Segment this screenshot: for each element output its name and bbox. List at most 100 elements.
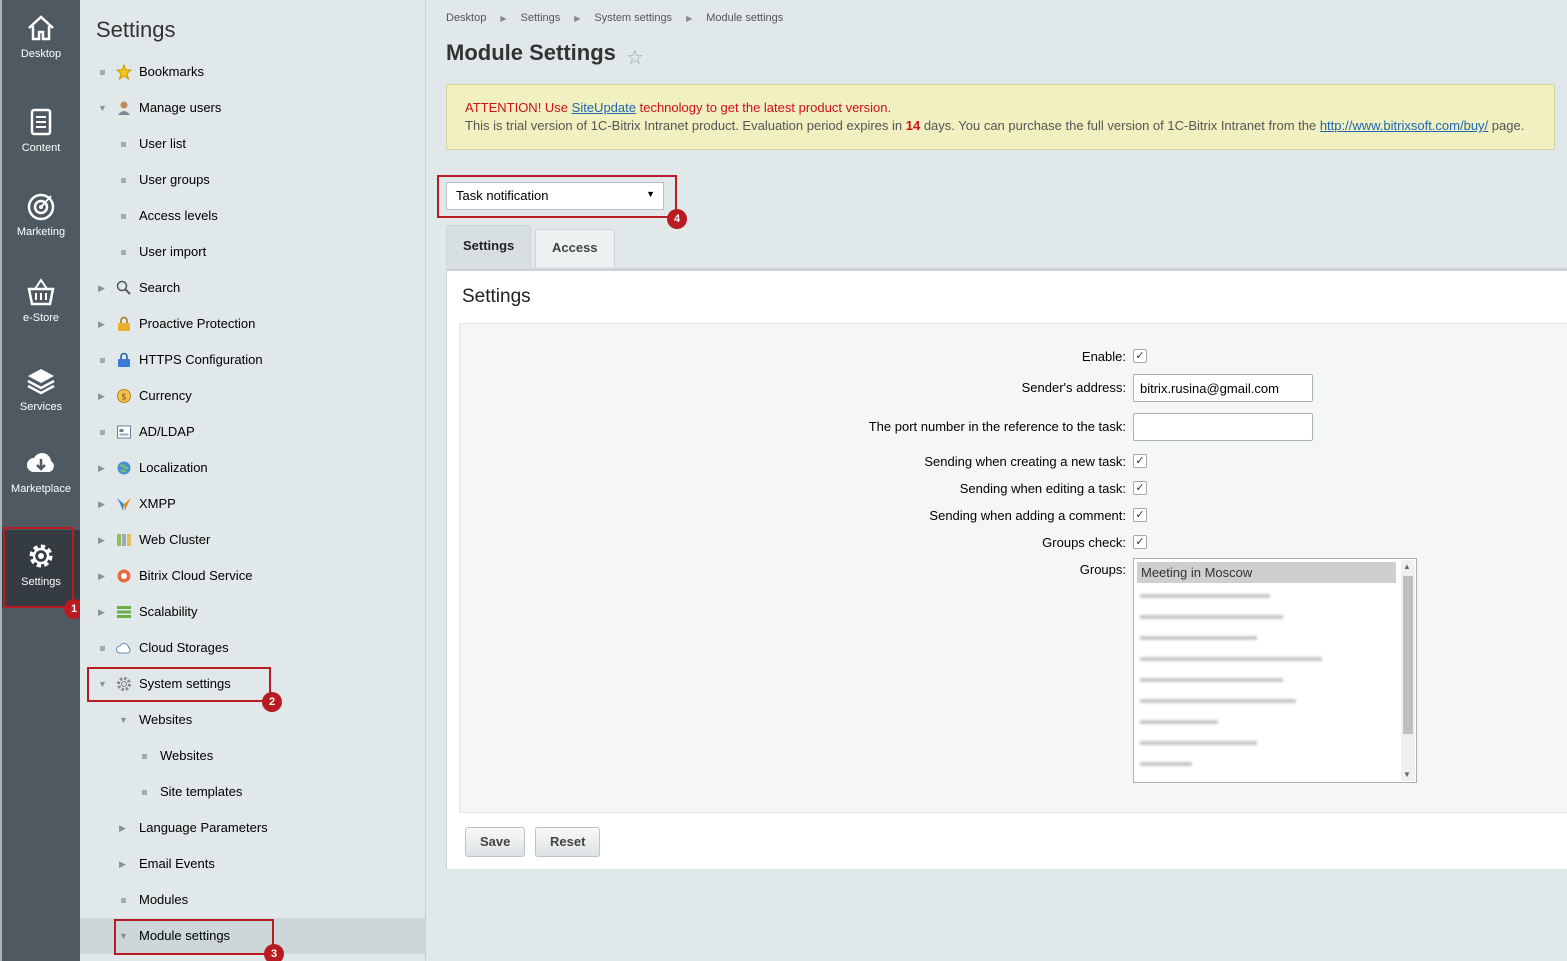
chevron-right-icon: ▶ — [98, 283, 105, 293]
send-on-edit-checkbox[interactable]: ✓ — [1133, 481, 1147, 495]
tree-item-cloud-storages[interactable]: Cloud Storages — [80, 630, 425, 666]
notice-trial-text: This is trial version of 1C-Bitrix Intra… — [465, 118, 906, 133]
annotation-box-1 — [3, 527, 74, 608]
rail-estore[interactable]: e-Store — [2, 276, 80, 356]
rail-content[interactable]: Content — [2, 106, 80, 186]
chevron-right-icon: ▶ — [119, 859, 126, 869]
groups-option-selected[interactable]: Meeting in Moscow — [1137, 562, 1396, 583]
groups-option-blurred[interactable]: ▬▬▬▬▬▬▬▬▬▬▬ — [1134, 667, 1416, 688]
star-icon — [115, 63, 133, 81]
enable-checkbox[interactable]: ✓ — [1133, 349, 1147, 363]
tab-settings[interactable]: Settings — [446, 225, 532, 267]
tree-item-language-parameters[interactable]: ▶ Language Parameters — [80, 810, 425, 846]
tree-item-manage-users[interactable]: ▼ Manage users — [80, 90, 425, 126]
scroll-down-icon[interactable]: ▼ — [1403, 770, 1411, 779]
port-number-input[interactable] — [1133, 413, 1313, 441]
tree-item-ad-ldap[interactable]: AD/LDAP — [80, 414, 425, 450]
row-creating: Sending when creating a new task: ✓ — [460, 450, 1567, 474]
groups-option-blurred[interactable]: ▬▬▬▬▬▬▬▬▬ — [1134, 625, 1416, 646]
groups-option-blurred[interactable]: ▬▬▬▬▬▬▬▬▬▬ — [1134, 583, 1416, 604]
breadcrumb-system-settings[interactable]: System settings — [594, 12, 672, 24]
target-icon — [27, 193, 55, 221]
scroll-thumb[interactable] — [1403, 576, 1413, 734]
favorite-star-icon[interactable]: ☆ — [626, 45, 644, 70]
row-editing: Sending when editing a task: ✓ — [460, 477, 1567, 501]
rail-label: Marketplace — [11, 483, 71, 495]
sender-address-input[interactable] — [1133, 374, 1313, 402]
home-icon — [28, 15, 54, 41]
tree-item-websites[interactable]: Websites — [80, 738, 425, 774]
tree-item-user-list[interactable]: User list — [80, 126, 425, 162]
admin-nav-rail: Desktop Content Marketing e-Store Servic… — [0, 0, 80, 961]
groups-check-label: Groups check: — [1042, 535, 1126, 550]
user-icon — [116, 100, 132, 116]
tree-item-search[interactable]: ▶ Search — [80, 270, 425, 306]
tree-item-xmpp[interactable]: ▶ XMPP — [80, 486, 425, 522]
tree-item-bookmarks[interactable]: Bookmarks — [80, 54, 425, 90]
tree-item-https-configuration[interactable]: HTTPS Configuration — [80, 342, 425, 378]
cloud-service-icon — [116, 568, 132, 584]
comment-label: Sending when adding a comment: — [929, 508, 1126, 523]
tree-item-bitrix-cloud-service[interactable]: ▶ Bitrix Cloud Service — [80, 558, 425, 594]
main-content: Desktop ▶ Settings ▶ System settings ▶ Module … — [426, 0, 1567, 961]
settings-form: Enable: ✓ Sender's address: The port num… — [459, 323, 1567, 813]
tree-item-websites-group[interactable]: ▼ Websites — [80, 702, 425, 738]
rail-marketing[interactable]: Marketing — [2, 190, 80, 270]
chevron-right-icon: ▶ — [574, 14, 581, 23]
send-on-comment-checkbox[interactable]: ✓ — [1133, 508, 1147, 522]
groups-option-blurred[interactable]: ▬▬▬▬▬▬ — [1134, 709, 1416, 730]
groups-listbox[interactable]: Meeting in Moscow ▬▬▬▬▬▬▬▬▬▬ ▬▬▬▬▬▬▬▬▬▬▬… — [1133, 558, 1417, 783]
siteupdate-link[interactable]: SiteUpdate — [572, 100, 636, 115]
breadcrumb-desktop[interactable]: Desktop — [446, 12, 486, 24]
send-on-create-checkbox[interactable]: ✓ — [1133, 454, 1147, 468]
tree-item-site-templates[interactable]: Site templates — [80, 774, 425, 810]
reset-button[interactable]: Reset — [535, 827, 601, 857]
tab-access[interactable]: Access — [535, 229, 615, 267]
tree-item-email-events[interactable]: ▶ Email Events — [80, 846, 425, 882]
chevron-right-icon: ▶ — [98, 535, 105, 545]
tree-item-user-groups[interactable]: User groups — [80, 162, 425, 198]
trial-notice: ATTENTION! Use SiteUpdate technology to … — [446, 84, 1555, 150]
scroll-up-icon[interactable]: ▲ — [1403, 562, 1411, 571]
chevron-down-icon: ▼ — [98, 103, 107, 113]
groups-scrollbar[interactable]: ▲ ▼ — [1401, 560, 1415, 781]
groups-check-checkbox[interactable]: ✓ — [1133, 535, 1147, 549]
sender-label: Sender's address: — [1021, 380, 1126, 395]
groups-option-blurred[interactable]: ▬▬▬▬ — [1134, 751, 1416, 772]
groups-option-blurred[interactable]: ▬▬▬▬▬▬▬▬▬▬▬ — [1134, 604, 1416, 625]
tree-item-proactive-protection[interactable]: ▶ Proactive Protection — [80, 306, 425, 342]
row-comment: Sending when adding a comment: ✓ — [460, 504, 1567, 528]
tree-item-access-levels[interactable]: Access levels — [80, 198, 425, 234]
save-button[interactable]: Save — [465, 827, 526, 857]
tree-item-web-cluster[interactable]: ▶ Web Cluster — [80, 522, 425, 558]
server-icon — [116, 532, 132, 548]
basket-icon — [27, 278, 55, 306]
buy-link[interactable]: http://www.bitrixsoft.com/buy/ — [1320, 118, 1488, 133]
enable-label: Enable: — [1081, 349, 1126, 364]
search-icon — [116, 280, 132, 296]
groups-option-blurred[interactable]: ▬▬▬▬▬▬▬▬▬▬▬▬ — [1134, 688, 1416, 709]
tree-item-currency[interactable]: ▶ $ Currency — [80, 378, 425, 414]
rail-label: Marketing — [16, 226, 66, 238]
rail-desktop[interactable]: Desktop — [2, 12, 80, 92]
settings-tree: Settings Bookmarks ▼ Manage users User l… — [80, 0, 426, 961]
row-sender: Sender's address: — [460, 374, 1567, 402]
rail-label: Content — [21, 142, 61, 154]
secure-lock-icon — [116, 352, 132, 368]
rail-services[interactable]: Services — [2, 365, 80, 445]
coin-icon: $ — [116, 388, 132, 404]
groups-option-blurred[interactable]: ▬▬▬▬▬▬▬▬▬ — [1134, 730, 1416, 751]
port-label: The port number in the reference to the … — [868, 419, 1126, 434]
chevron-right-icon: ▶ — [98, 463, 105, 473]
breadcrumb-settings[interactable]: Settings — [521, 12, 561, 24]
breadcrumb-module-settings[interactable]: Module settings — [706, 12, 783, 24]
notice-trial-text-3: page. — [1488, 118, 1525, 133]
rail-label: Desktop — [20, 48, 62, 60]
tree-item-localization[interactable]: ▶ Localization — [80, 450, 425, 486]
rail-marketplace[interactable]: Marketplace — [2, 447, 80, 527]
tree-item-user-import[interactable]: User import — [80, 234, 425, 270]
chevron-down-icon: ▼ — [119, 715, 128, 725]
tree-item-modules[interactable]: Modules — [80, 882, 425, 918]
groups-option-blurred[interactable]: ▬▬▬▬▬▬▬▬▬▬▬▬▬▬ — [1134, 646, 1416, 667]
tree-item-scalability[interactable]: ▶ Scalability — [80, 594, 425, 630]
